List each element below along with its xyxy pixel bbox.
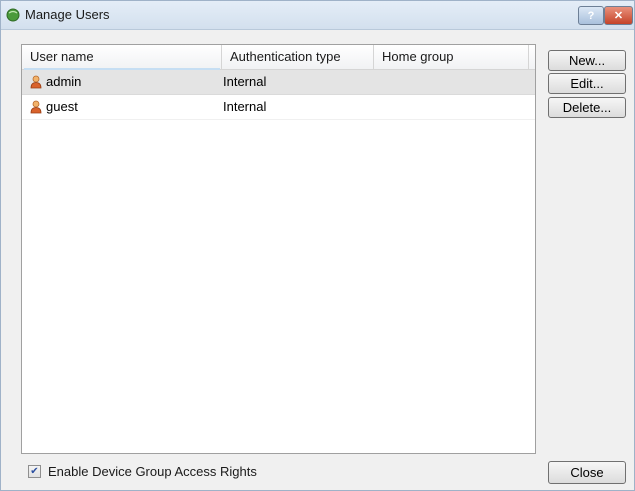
manage-users-window: Manage Users ? ✕ User name Authenticatio…	[0, 0, 635, 491]
column-header-authentication-type[interactable]: Authentication type	[222, 45, 374, 69]
column-header-home-group-label: Home group	[382, 49, 454, 64]
column-header-authentication-type-label: Authentication type	[230, 49, 341, 64]
column-header-user-name-label: User name	[30, 49, 94, 64]
auth-type-cell: Internal	[223, 99, 267, 114]
users-list[interactable]: User name Authentication type Home group…	[21, 44, 536, 454]
window-title: Manage Users	[25, 7, 110, 22]
user-icon	[30, 100, 42, 114]
list-header: User name Authentication type Home group	[22, 45, 535, 70]
table-row[interactable]: guest Internal	[22, 95, 535, 120]
help-icon: ?	[587, 9, 595, 22]
auth-type-cell: Internal	[223, 74, 267, 89]
dialog-content: User name Authentication type Home group…	[1, 30, 634, 490]
help-button[interactable]: ?	[578, 6, 604, 25]
window-close-button[interactable]: ✕	[604, 6, 633, 25]
delete-button[interactable]: Delete...	[548, 97, 626, 118]
user-icon	[30, 75, 42, 89]
column-header-user-name[interactable]: User name	[22, 45, 222, 70]
user-name: admin	[46, 74, 82, 89]
table-row[interactable]: admin Internal	[22, 70, 535, 95]
enable-device-group-checkbox[interactable]: ✔	[28, 465, 41, 478]
user-name-cell: admin	[30, 70, 81, 94]
title-bar[interactable]: Manage Users ? ✕	[1, 1, 634, 30]
enable-device-group-option[interactable]: ✔ Enable Device Group Access Rights	[28, 464, 257, 479]
checkmark-icon: ✔	[30, 466, 39, 477]
edit-button[interactable]: Edit...	[548, 73, 626, 94]
app-globe-icon	[6, 8, 20, 22]
close-icon: ✕	[613, 10, 624, 22]
user-name: guest	[46, 99, 78, 114]
enable-device-group-label: Enable Device Group Access Rights	[48, 464, 257, 479]
new-button[interactable]: New...	[548, 50, 626, 71]
user-name-cell: guest	[30, 95, 78, 119]
close-button[interactable]: Close	[548, 461, 626, 484]
column-header-home-group[interactable]: Home group	[374, 45, 529, 69]
